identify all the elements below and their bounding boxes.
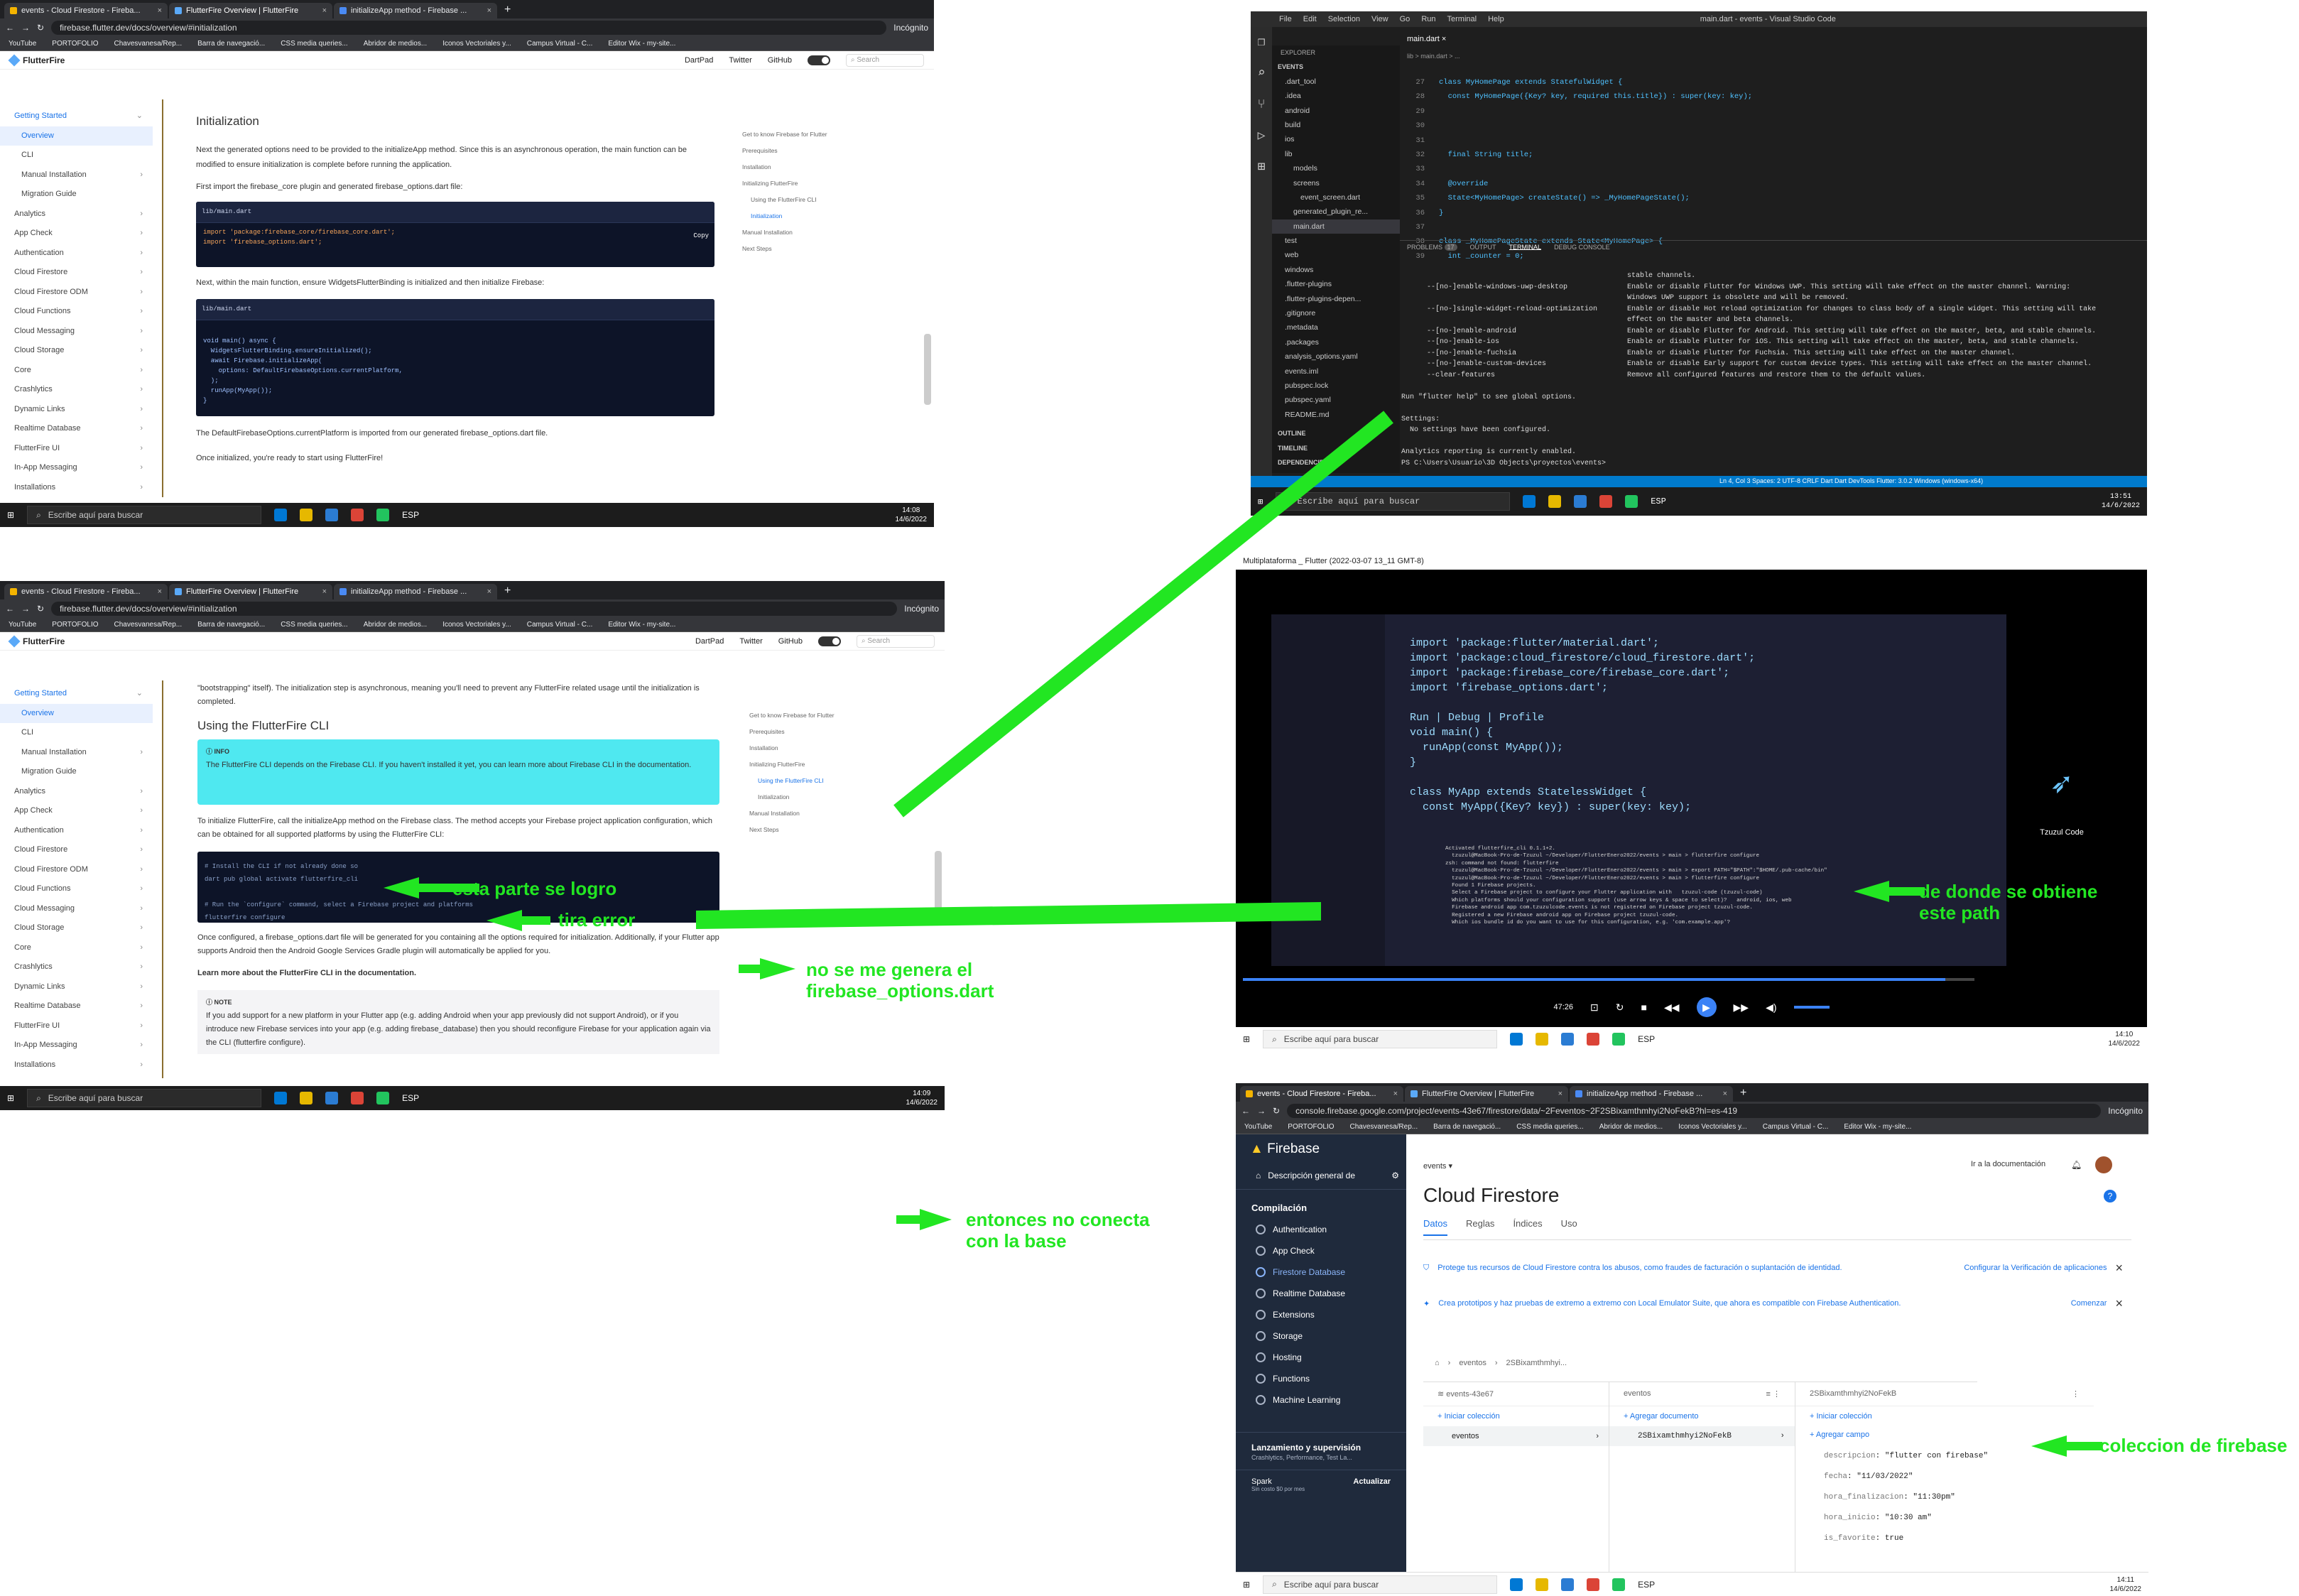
connector-line [893,411,1393,818]
annotation-arrows [384,411,2102,1457]
arrow-icon [896,1215,920,1224]
arrow-icon [522,916,550,925]
arrow-icon [1854,881,1889,902]
arrow-icon [920,1209,952,1230]
annotation-collection: coleccion de firebase [2099,1435,2288,1456]
arrow-icon [739,965,760,973]
annotation-error: tira error [558,909,636,930]
annotation-no-connection: entonces no conecta con la base [966,1209,1150,1252]
connector-line [696,902,1321,929]
arrow-icon [384,877,419,899]
arrow-icon [487,910,522,931]
annotation-success: esta parte se logro [452,878,617,899]
arrow-icon [2067,1442,2102,1450]
arrow-icon [760,958,795,979]
annotation-missing-file: no se me genera el firebase_options.dart [806,959,994,1001]
annotation-path-question: de donde se obtiene este path [1919,881,2098,923]
arrow-icon [2031,1435,2067,1457]
